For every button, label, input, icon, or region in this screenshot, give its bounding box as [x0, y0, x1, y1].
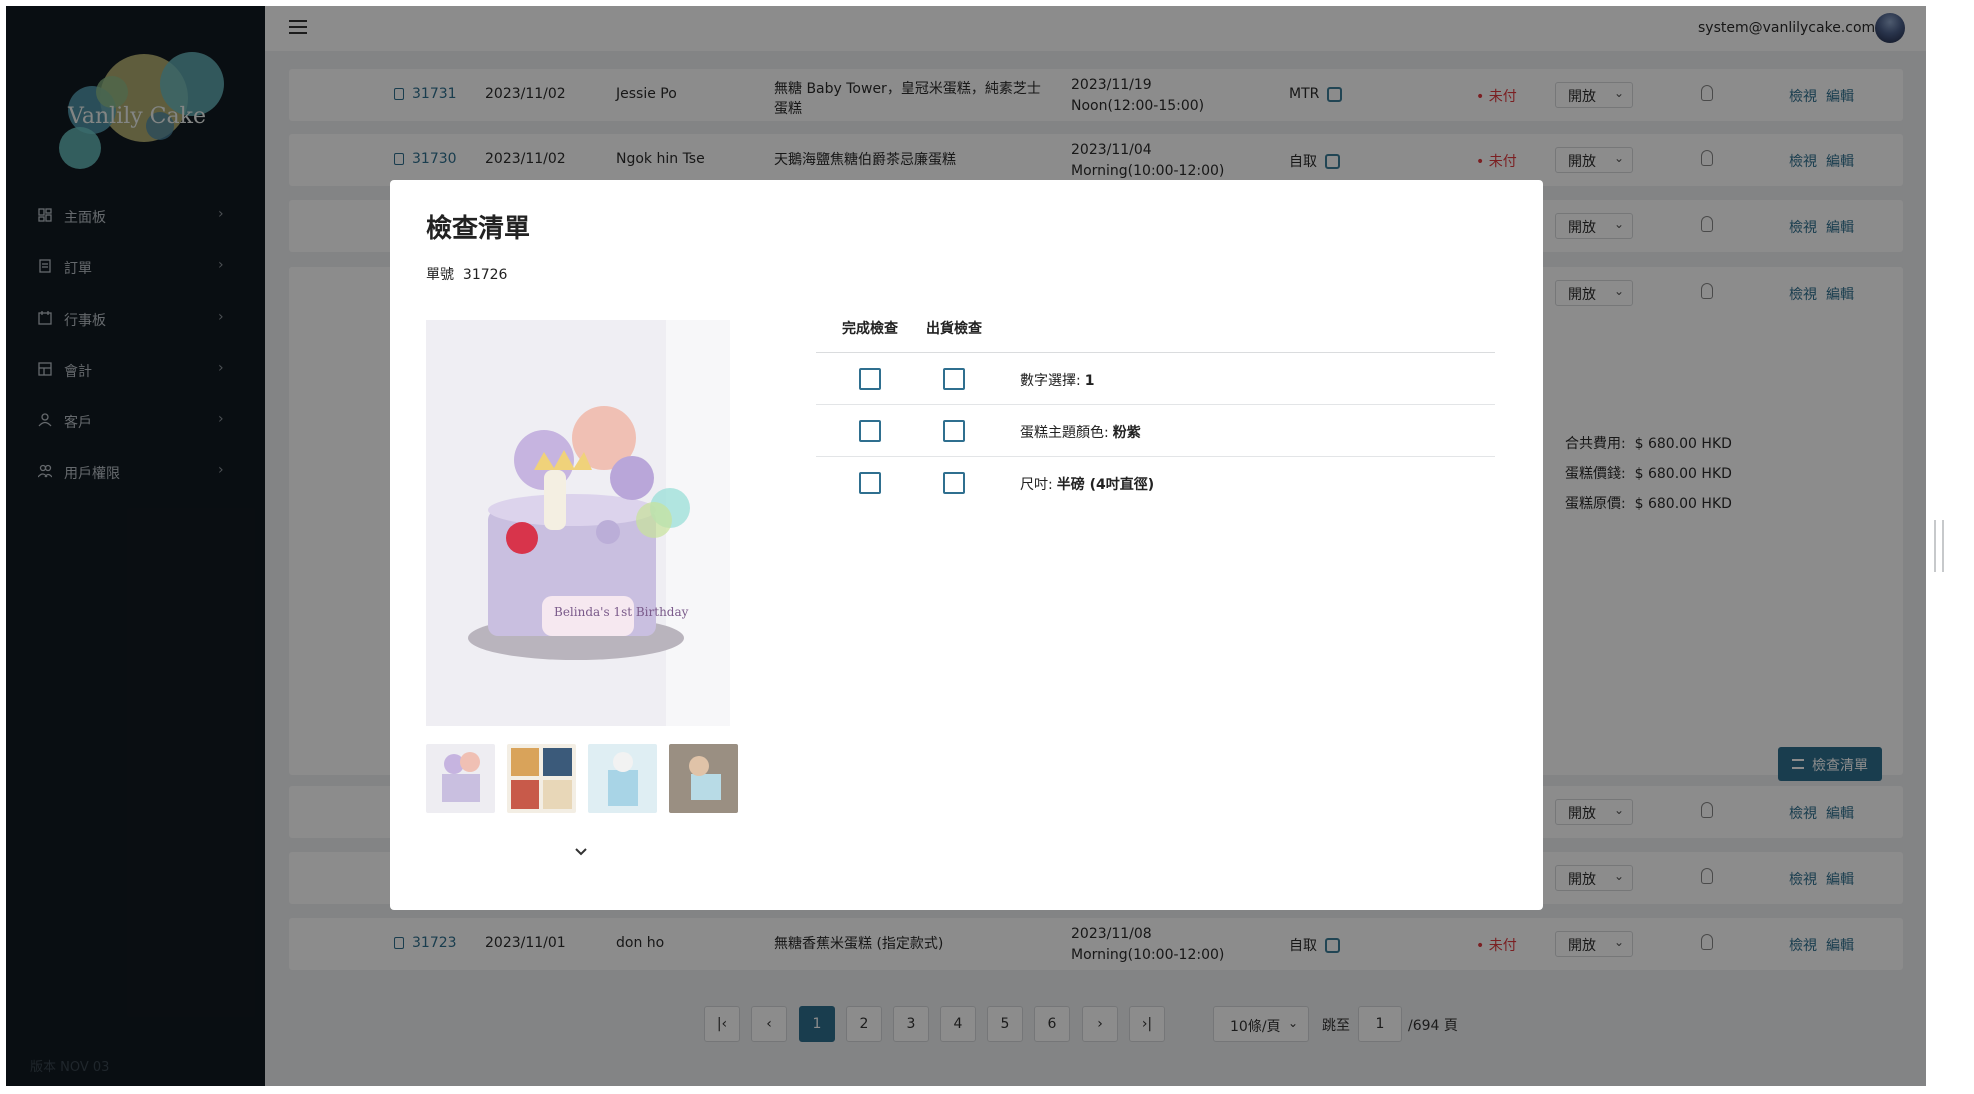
checklist-row: 數字選擇: 1	[816, 353, 1495, 405]
checklist-item-value: 半磅 (4吋直徑)	[1056, 477, 1155, 493]
checklist-item-name: 尺吋:	[1020, 477, 1053, 493]
thumbnail-2[interactable]	[507, 744, 576, 813]
thumbnail-3[interactable]	[588, 744, 657, 813]
checklist-item-label: 尺吋: 半磅 (4吋直徑)	[1020, 474, 1154, 494]
checklist-item-value: 1	[1084, 373, 1095, 389]
modal-order-number: 單號 31726	[426, 264, 507, 284]
checklist-item-value: 粉紫	[1112, 425, 1141, 441]
shipping-check-checkbox[interactable]	[943, 420, 965, 442]
checklist-row: 尺吋: 半磅 (4吋直徑)	[816, 457, 1495, 509]
checklist-modal: 檢查清單 單號 31726 Belinda's 1st Birthday 完成檢…	[390, 180, 1543, 910]
scrollbar-handle[interactable]	[1934, 520, 1944, 572]
shipping-check-checkbox[interactable]	[943, 472, 965, 494]
checklist-item-name: 蛋糕主題顏色:	[1020, 425, 1109, 441]
chevron-down-icon[interactable]	[574, 844, 588, 858]
checklist-item-label: 數字選擇: 1	[1020, 370, 1094, 390]
order-number-value: 31726	[462, 267, 508, 283]
shipping-check-checkbox[interactable]	[943, 368, 965, 390]
column-header-complete-check: 完成檢查	[842, 321, 898, 337]
thumbnail-4[interactable]	[669, 744, 738, 813]
cake-photo[interactable]: Belinda's 1st Birthday	[426, 320, 730, 726]
order-number-label: 單號	[426, 267, 454, 283]
complete-check-checkbox[interactable]	[859, 420, 881, 442]
checklist-item-label: 蛋糕主題顏色: 粉紫	[1020, 422, 1141, 442]
complete-check-checkbox[interactable]	[859, 368, 881, 390]
checklist-item-name: 數字選擇:	[1020, 373, 1081, 389]
modal-title: 檢查清單	[426, 214, 531, 244]
checklist-row: 蛋糕主題顏色: 粉紫	[816, 405, 1495, 457]
column-header-shipping-check: 出貨檢查	[926, 321, 982, 337]
thumbnail-1[interactable]	[426, 744, 495, 813]
app-window: Vanlily Cake 主面板 › 訂單 › 行事板 › 會計 › 客戶 ›	[6, 6, 1926, 1086]
complete-check-checkbox[interactable]	[859, 472, 881, 494]
plaque-text: Belinda's 1st Birthday	[554, 605, 689, 619]
